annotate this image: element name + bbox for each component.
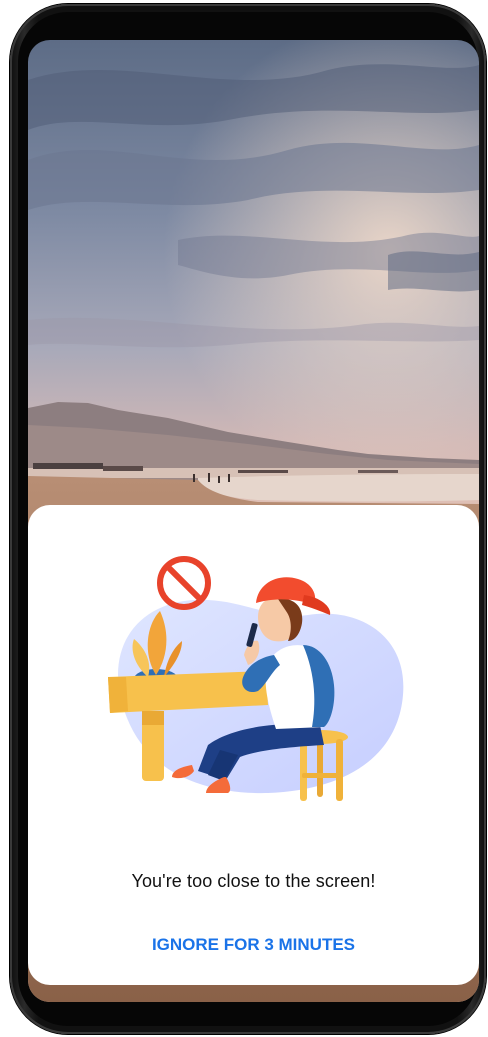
warning-message: You're too close to the screen! <box>131 871 376 891</box>
prohibited-icon <box>157 556 211 610</box>
ignore-for-3-minutes-button[interactable]: IGNORE FOR 3 MINUTES <box>108 927 399 963</box>
proximity-warning-dialog: You're too close to the screen! IGNORE F… <box>28 505 479 985</box>
phone-screen: You're too close to the screen! IGNORE F… <box>28 40 479 1002</box>
child-using-phone-too-close-illustration <box>108 556 404 801</box>
